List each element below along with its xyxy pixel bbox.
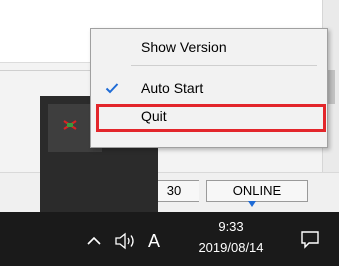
quit-highlight-box xyxy=(96,104,326,132)
notification-icon[interactable] xyxy=(300,229,320,249)
volume-icon[interactable] xyxy=(114,232,136,250)
menu-item-auto-start[interactable]: Auto Start xyxy=(91,74,327,102)
taskbar xyxy=(0,212,339,266)
ime-indicator[interactable]: A xyxy=(148,228,160,254)
context-menu: Show Version Auto Start Quit xyxy=(90,28,328,148)
menu-item-label: Auto Start xyxy=(141,80,204,96)
menu-item-label: Show Version xyxy=(141,39,227,55)
menu-item-show-version[interactable]: Show Version xyxy=(91,33,327,61)
checkmark-icon xyxy=(105,83,119,94)
app-tray-icon[interactable] xyxy=(62,120,78,130)
clock-time[interactable]: 9:33 xyxy=(196,219,266,234)
status-connection: ONLINE xyxy=(206,180,308,202)
clock-date[interactable]: 2019/08/14 xyxy=(186,240,276,255)
chevron-up-icon[interactable] xyxy=(87,236,101,246)
menu-separator xyxy=(131,65,317,66)
